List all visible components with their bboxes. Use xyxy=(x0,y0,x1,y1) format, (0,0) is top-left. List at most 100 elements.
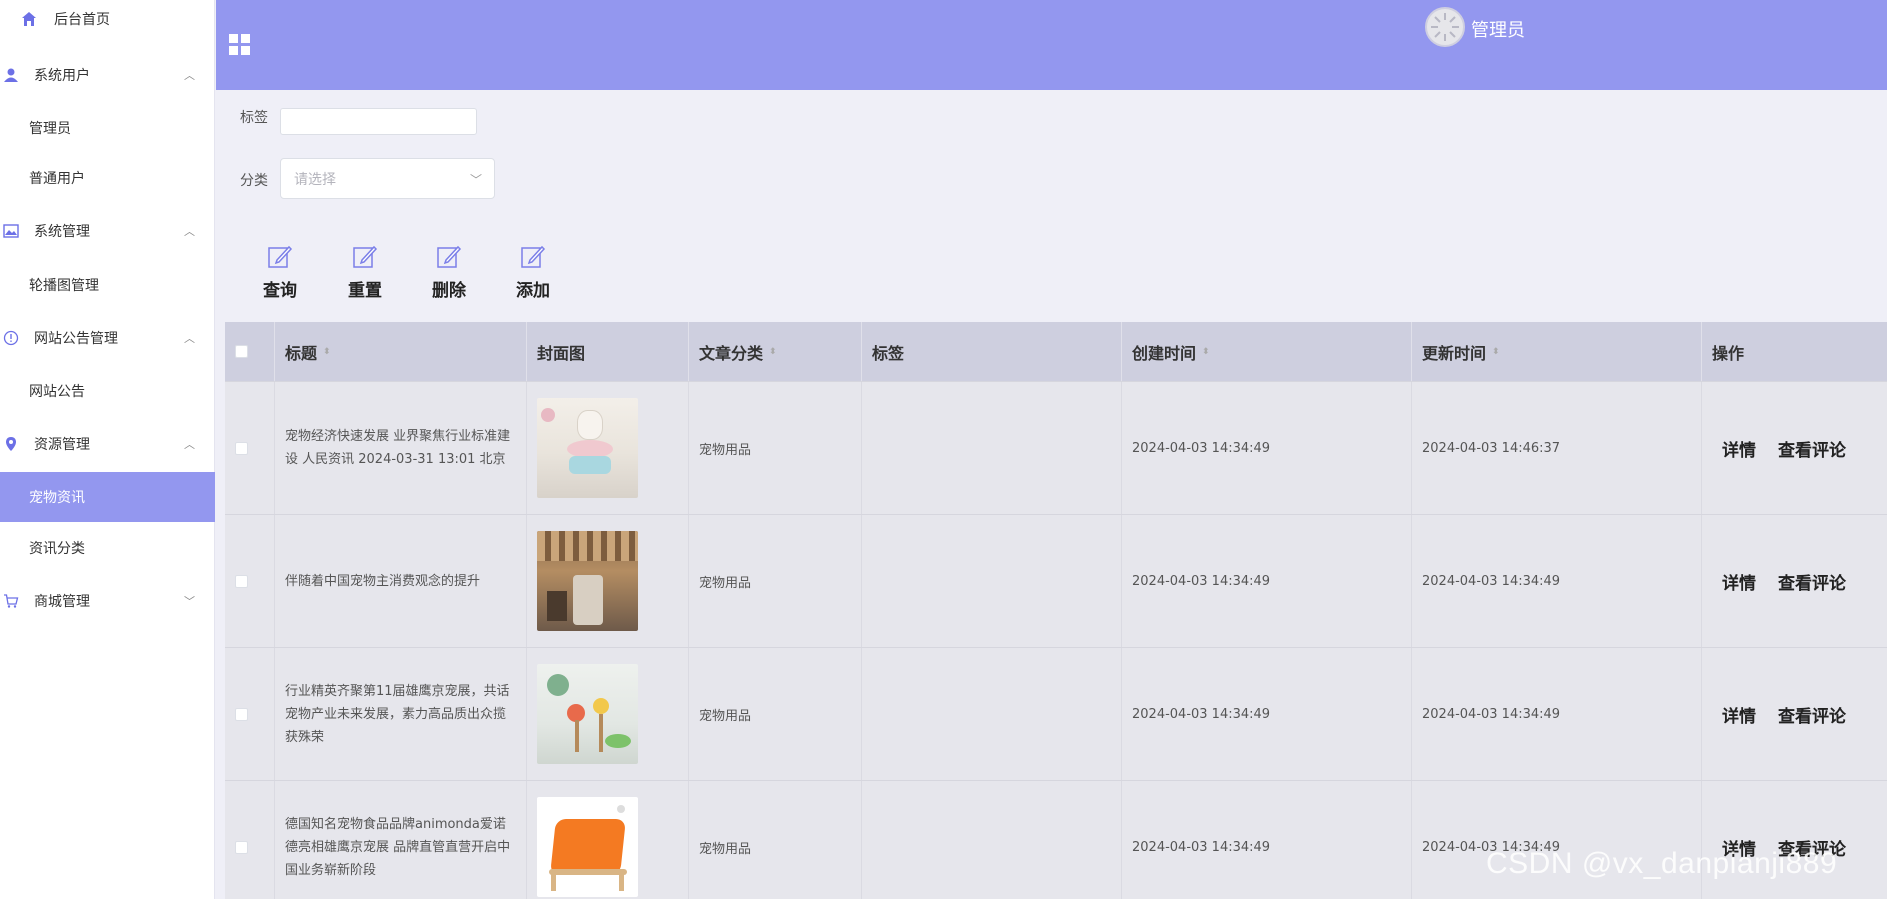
sidebar-item-admin[interactable]: 管理员 xyxy=(0,103,215,153)
column-title[interactable]: 标题 ⬍ xyxy=(275,322,527,381)
cover-cell xyxy=(527,382,689,514)
chevron-up-icon: ︿ xyxy=(184,69,195,82)
sidebar-item-label: 网站公告管理 xyxy=(34,331,118,347)
sort-icon[interactable]: ⬍ xyxy=(1492,347,1500,357)
info-icon xyxy=(2,329,20,347)
cover-image[interactable] xyxy=(537,664,638,764)
column-label: 标题 xyxy=(285,343,318,363)
delete-button[interactable]: 删除 xyxy=(419,244,479,301)
row-select-cell xyxy=(225,781,275,899)
sidebar-item-label: 后台首页 xyxy=(54,12,110,28)
tags-cell xyxy=(862,382,1122,514)
row-checkbox[interactable] xyxy=(235,840,248,854)
view-comments-link[interactable]: 查看评论 xyxy=(1778,569,1846,594)
sidebar-item-news-category[interactable]: 资讯分类 xyxy=(0,523,215,573)
detail-link[interactable]: 详情 xyxy=(1722,702,1756,727)
category-cell: 宠物用品 xyxy=(689,382,862,514)
cover-image[interactable] xyxy=(537,531,638,631)
select-all-cell xyxy=(225,322,275,381)
category-cell: 宠物用品 xyxy=(689,781,862,899)
column-created[interactable]: 创建时间 ⬍ xyxy=(1122,322,1412,381)
sidebar-item-label: 宠物资讯 xyxy=(29,490,85,506)
watermark: CSDN @vx_danpianji889 xyxy=(1486,847,1838,880)
column-tags: 标签 xyxy=(862,322,1122,381)
created-cell: 2024-04-03 14:34:49 xyxy=(1122,781,1412,899)
table-row: 德国知名宠物食品品牌animonda爱诺德亮相雄鹰京宠展 品牌直管直营开启中国业… xyxy=(225,780,1887,899)
column-cover: 封面图 xyxy=(527,322,689,381)
row-select-cell xyxy=(225,648,275,780)
cart-icon xyxy=(2,592,20,610)
grid-menu-icon[interactable] xyxy=(228,33,252,57)
chevron-down-icon: ﹀ xyxy=(184,595,195,608)
title-cell: 德国知名宠物食品品牌animonda爱诺德亮相雄鹰京宠展 品牌直管直营开启中国业… xyxy=(275,781,527,899)
sort-icon[interactable]: ⬍ xyxy=(769,347,777,357)
column-label: 更新时间 xyxy=(1422,343,1487,363)
tag-input[interactable] xyxy=(280,108,477,135)
cover-image[interactable] xyxy=(537,797,638,897)
updated-cell: 2024-04-03 14:34:49 xyxy=(1412,781,1702,899)
column-label: 文章分类 xyxy=(699,343,764,363)
chevron-up-icon: ︿ xyxy=(184,438,195,451)
sidebar-item-sys-users[interactable]: 系统用户 ︿ xyxy=(0,50,215,100)
title-cell: 行业精英齐聚第11届雄鹰京宠展，共话宠物产业未来发展，素力高品质出众揽获殊荣 xyxy=(275,648,527,780)
sidebar-item-resource-manage[interactable]: 资源管理 ︿ xyxy=(0,419,215,469)
table-header: 标题 ⬍ 封面图 文章分类 ⬍ 标签 创建时间 ⬍ 更新时间 ⬍ 操作 xyxy=(225,322,1887,381)
sidebar-item-home[interactable]: 后台首页 xyxy=(0,0,215,44)
detail-link[interactable]: 详情 xyxy=(1722,569,1756,594)
row-checkbox[interactable] xyxy=(235,707,248,721)
sidebar-item-normal-user[interactable]: 普通用户 xyxy=(0,153,215,203)
sidebar-item-label: 商城管理 xyxy=(34,594,90,610)
query-button[interactable]: 查询 xyxy=(250,244,310,301)
news-table: 标题 ⬍ 封面图 文章分类 ⬍ 标签 创建时间 ⬍ 更新时间 ⬍ 操作 宠物经济… xyxy=(225,322,1887,899)
view-comments-link[interactable]: 查看评论 xyxy=(1778,702,1846,727)
current-user-name[interactable]: 管理员 xyxy=(1471,16,1525,42)
chevron-up-icon: ︿ xyxy=(184,225,195,238)
user-icon xyxy=(2,66,20,84)
category-cell: 宠物用品 xyxy=(689,515,862,647)
sidebar-item-label: 系统管理 xyxy=(34,224,90,240)
add-button-label: 添加 xyxy=(516,281,550,301)
updated-cell: 2024-04-03 14:34:49 xyxy=(1412,648,1702,780)
sidebar-item-carousel[interactable]: 轮播图管理 xyxy=(0,260,215,310)
detail-link[interactable]: 详情 xyxy=(1722,436,1756,461)
reset-button[interactable]: 重置 xyxy=(335,244,395,301)
ops-cell: 详情 查看评论 xyxy=(1702,648,1887,780)
sort-icon[interactable]: ⬍ xyxy=(1202,347,1210,357)
sidebar-item-pet-news[interactable]: 宠物资讯 xyxy=(0,472,215,522)
edit-icon xyxy=(353,245,378,268)
location-icon xyxy=(2,435,20,453)
created-cell: 2024-04-03 14:34:49 xyxy=(1122,648,1412,780)
sidebar-item-notice-manage[interactable]: 网站公告管理 ︿ xyxy=(0,313,215,363)
sidebar-item-mall-manage[interactable]: 商城管理 ﹀ xyxy=(0,576,215,626)
row-checkbox[interactable] xyxy=(235,574,248,588)
category-select[interactable]: 请选择 ﹀ xyxy=(280,158,495,199)
row-select-cell xyxy=(225,515,275,647)
chevron-down-icon: ﹀ xyxy=(469,173,482,187)
sidebar-item-label: 轮播图管理 xyxy=(29,278,99,294)
sort-icon[interactable]: ⬍ xyxy=(323,347,331,357)
sidebar-item-notice[interactable]: 网站公告 xyxy=(0,366,215,416)
row-checkbox[interactable] xyxy=(235,441,248,455)
sidebar-item-sys-manage[interactable]: 系统管理 ︿ xyxy=(0,206,215,256)
column-category[interactable]: 文章分类 ⬍ xyxy=(689,322,862,381)
sidebar-item-label: 系统用户 xyxy=(34,68,90,84)
created-cell: 2024-04-03 14:34:49 xyxy=(1122,515,1412,647)
cover-cell xyxy=(527,648,689,780)
updated-cell: 2024-04-03 14:34:49 xyxy=(1412,515,1702,647)
column-label: 创建时间 xyxy=(1132,343,1197,363)
cover-image[interactable] xyxy=(537,398,638,498)
add-button[interactable]: 添加 xyxy=(503,244,563,301)
avatar[interactable] xyxy=(1425,7,1465,47)
sidebar-item-label: 网站公告 xyxy=(29,384,85,400)
reset-button-label: 重置 xyxy=(348,281,382,301)
updated-cell: 2024-04-03 14:46:37 xyxy=(1412,382,1702,514)
table-row: 宠物经济快速发展 业界聚焦行业标准建设 人民资讯 2024-03-31 13:0… xyxy=(225,381,1887,514)
tags-cell xyxy=(862,515,1122,647)
edit-icon xyxy=(268,245,293,268)
title-cell: 宠物经济快速发展 业界聚焦行业标准建设 人民资讯 2024-03-31 13:0… xyxy=(275,382,527,514)
created-cell: 2024-04-03 14:34:49 xyxy=(1122,382,1412,514)
select-all-checkbox[interactable] xyxy=(235,345,248,358)
column-updated[interactable]: 更新时间 ⬍ xyxy=(1412,322,1702,381)
view-comments-link[interactable]: 查看评论 xyxy=(1778,436,1846,461)
cover-cell xyxy=(527,515,689,647)
